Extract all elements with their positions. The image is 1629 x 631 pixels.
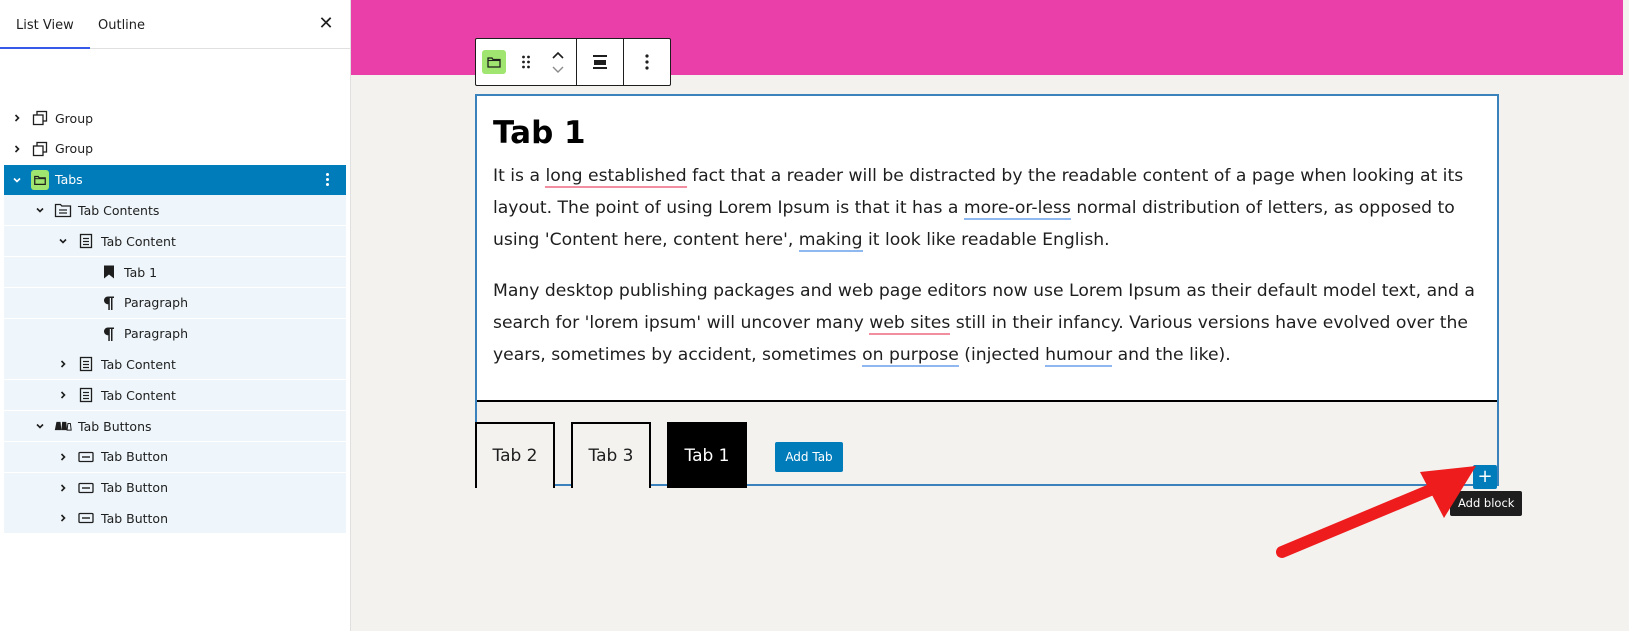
list-view-item-tab-content[interactable]: Tab Content (4, 380, 346, 411)
list-view-item-label: Tab 1 (124, 264, 158, 280)
tab-heading[interactable]: Tab 1 (493, 114, 1481, 152)
list-view-item-label: Group (55, 110, 94, 126)
list-view-item-label: Tabs (55, 172, 83, 188)
list-view-item-tab-content[interactable]: Tab Content (4, 349, 346, 380)
bookmark-icon (100, 263, 118, 281)
list-view-item-label: Tab Content (101, 387, 176, 403)
group-icon (31, 109, 49, 127)
spellcheck-word: making (798, 230, 863, 252)
block-type-button[interactable] (476, 39, 512, 85)
spellcheck-word: on purpose (862, 345, 959, 367)
tab-outline[interactable]: Outline (82, 0, 161, 49)
list-view-item-label: Tab Content (101, 356, 176, 372)
text-run: and the like). (1112, 345, 1231, 365)
tab-content-icon (77, 232, 95, 250)
more-options-icon[interactable] (624, 39, 670, 85)
chevron-down-icon[interactable] (9, 172, 25, 188)
list-view-item-tab-contents[interactable]: Tab Contents (4, 195, 346, 226)
list-view-item-group[interactable]: Group (4, 103, 346, 133)
spellcheck-word: web sites (869, 313, 951, 335)
tab-button-3[interactable]: Tab 3 (571, 422, 651, 488)
toolbar-group-options (624, 39, 670, 85)
list-view-item-label: Tab Buttons (78, 418, 152, 434)
list-view-item-tabs[interactable]: Tabs (4, 164, 346, 195)
spellcheck-word: more-or-less (963, 198, 1071, 220)
list-view-item-tab-button[interactable]: Tab Button (4, 441, 346, 472)
list-view-item-label: Tab Contents (78, 202, 160, 218)
chevron-right-icon[interactable] (55, 449, 71, 465)
list-view-sidebar: List View Outline ✕ Group Group Tabs Tab Co… (0, 0, 351, 631)
tab-button-icon (77, 448, 95, 466)
toolbar-group-align (577, 39, 624, 85)
list-view-item-paragraph[interactable]: Paragraph (4, 318, 346, 349)
chevron-down-icon[interactable] (55, 233, 71, 249)
tab-content-area: Tab 1 It is a long established fact that… (477, 96, 1497, 400)
list-view-item-label: Tab Button (101, 510, 169, 526)
list-view-item-tab-content[interactable]: Tab Content (4, 226, 346, 257)
tab-content-icon (77, 386, 95, 404)
chevron-right-icon[interactable] (9, 110, 25, 126)
annotation-arrow-icon (1276, 466, 1476, 558)
list-view-item-tab-button[interactable]: Tab Button (4, 503, 346, 534)
add-tab-button[interactable]: Add Tab (775, 442, 843, 472)
list-view-item-paragraph[interactable]: Paragraph (4, 287, 346, 318)
list-view-item-label: Paragraph (124, 295, 189, 311)
drag-handle-icon[interactable] (512, 39, 540, 85)
sidebar-tabs: List View Outline ✕ (0, 0, 350, 49)
text-run: (injected (958, 345, 1046, 365)
tab-button-icon (77, 479, 95, 497)
chevron-right-icon[interactable] (55, 480, 71, 496)
paragraph-icon (100, 325, 118, 343)
move-up-down-icon[interactable] (540, 39, 576, 85)
list-view-item-label: Tab Content (101, 233, 176, 249)
tabs-block-icon (482, 50, 506, 74)
tab-button-icon (77, 509, 95, 527)
close-icon[interactable]: ✕ (316, 14, 336, 34)
list-view-item-tab-1[interactable]: Tab 1 (4, 257, 346, 287)
tab-list-view[interactable]: List View (0, 0, 90, 49)
chevron-right-icon[interactable] (55, 356, 71, 372)
group-icon (31, 140, 49, 158)
chevron-right-icon[interactable] (9, 141, 25, 157)
tab-contents-icon (54, 201, 72, 219)
chevron-right-icon[interactable] (55, 510, 71, 526)
text-run: it look like readable English. (862, 230, 1110, 250)
paragraph-1[interactable]: It is a long established fact that a rea… (493, 160, 1481, 256)
list-view-item-label: Tab Button (101, 449, 169, 465)
tabs-block-icon (31, 169, 49, 190)
chevron-right-icon[interactable] (55, 387, 71, 403)
list-view-item-label: Group (55, 141, 94, 157)
paragraph-icon (100, 294, 118, 312)
list-view-item-group[interactable]: Group (4, 134, 346, 164)
chevron-down-icon[interactable] (32, 202, 48, 218)
tab-content-icon (77, 355, 95, 373)
spellcheck-word: long established (545, 166, 687, 188)
spellcheck-word: humour (1045, 345, 1113, 367)
tabs-block[interactable]: Tab 1 It is a long established fact that… (475, 94, 1499, 488)
align-icon[interactable] (577, 39, 623, 85)
tab-button-2[interactable]: Tab 2 (475, 422, 555, 488)
block-toolbar (475, 38, 671, 86)
list-view-item-tab-button[interactable]: Tab Button (4, 472, 346, 503)
paragraph-2[interactable]: Many desktop publishing packages and web… (493, 275, 1481, 371)
list-view-item-tab-buttons[interactable]: Tab Buttons (4, 411, 346, 441)
list-view-item-label: Tab Button (101, 480, 169, 496)
text-run: It is a (493, 166, 546, 186)
tab-buttons-icon (54, 417, 72, 435)
tab-button-1[interactable]: Tab 1 (667, 422, 747, 488)
chevron-down-icon[interactable] (32, 418, 48, 434)
toolbar-group-block (476, 39, 577, 85)
item-options-icon[interactable] (318, 171, 336, 189)
list-view-item-label: Paragraph (124, 326, 189, 342)
